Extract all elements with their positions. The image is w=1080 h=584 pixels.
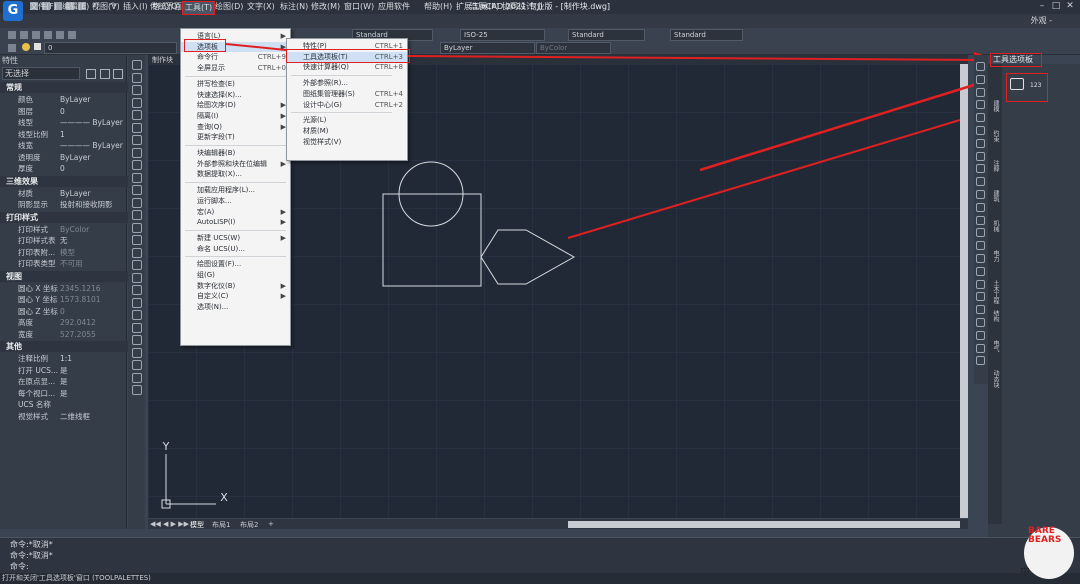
draw-tool-icon[interactable] — [132, 310, 142, 320]
modify-tool-icon[interactable] — [976, 190, 985, 199]
draw-tool-icon[interactable] — [132, 260, 142, 270]
command-history-line: 命令:*取消* — [10, 551, 53, 560]
draw-tool-icon[interactable] — [132, 285, 142, 295]
block-tool-icon[interactable] — [1010, 78, 1024, 90]
app-logo-icon[interactable]: G — [3, 1, 23, 21]
modify-tool-icon[interactable] — [976, 164, 985, 174]
draw-tool-icon[interactable] — [132, 110, 142, 120]
draw-tool-icon[interactable] — [132, 135, 142, 145]
watermark-sub: 中 — [1020, 567, 1030, 578]
palette-vertical-tab[interactable]: 电气 — [990, 340, 1000, 352]
draw-tool-icon[interactable] — [132, 147, 142, 158]
draw-tool-icon[interactable] — [132, 335, 142, 345]
watermark-logo: BARE BEARS 中 — [1000, 525, 1080, 584]
draw-tool-icon[interactable] — [132, 160, 142, 170]
command-history-line: 命令:*取消* — [10, 540, 53, 549]
modify-tool-icon[interactable] — [976, 356, 985, 366]
draw-tool-icon[interactable] — [132, 122, 142, 133]
modify-tool-icon[interactable] — [976, 87, 985, 97]
draw-tool-icon[interactable] — [132, 222, 142, 233]
draw-tool-icon[interactable] — [132, 197, 142, 208]
draw-tool-icon[interactable] — [132, 185, 142, 195]
draw-tool-icon[interactable] — [132, 347, 142, 358]
command-input[interactable]: 命令: — [10, 561, 29, 572]
modify-tool-icon[interactable] — [976, 215, 985, 225]
modify-tool-icon[interactable] — [976, 343, 985, 353]
modify-tool-icon[interactable] — [976, 202, 985, 212]
status-bar: 打开和关闭'工具选项板'窗口 (TOOLPALETTES) — [0, 573, 1080, 584]
modify-tool-icon[interactable] — [976, 126, 985, 135]
palette-vertical-tab[interactable]: 结构 — [990, 310, 1000, 322]
modify-tool-icon[interactable] — [976, 177, 985, 187]
modify-tool-icon[interactable] — [976, 74, 985, 84]
modify-tool-icon[interactable] — [976, 254, 985, 263]
modify-tool-icon[interactable] — [976, 113, 985, 123]
palette-vertical-tab[interactable]: 注释 — [990, 160, 1000, 172]
draw-tool-icon[interactable] — [132, 172, 142, 183]
modify-tool-icon[interactable] — [976, 279, 985, 289]
draw-tool-icon[interactable] — [132, 385, 142, 395]
annotation-arrow — [699, 78, 991, 172]
modify-tool-icon[interactable] — [976, 266, 985, 276]
palette-vertical-tab[interactable]: 建筑 — [990, 190, 1000, 202]
palette-vertical-tab[interactable]: 建模 — [990, 100, 1000, 112]
command-window — [0, 537, 1080, 574]
modify-tool-icon[interactable] — [976, 100, 985, 110]
tool-palette-title[interactable]: 工具选项板 — [990, 53, 1042, 67]
modify-tool-icon[interactable] — [976, 318, 985, 327]
draw-tool-icon[interactable] — [132, 372, 142, 383]
modify-tool-icon[interactable] — [976, 330, 985, 340]
modify-tool-icon[interactable] — [976, 241, 985, 251]
modify-tool-icon[interactable] — [976, 305, 985, 315]
modify-tool-icon[interactable] — [976, 138, 985, 148]
draw-tool-icon[interactable] — [132, 297, 142, 308]
palette-vertical-tab[interactable]: 电力 — [990, 250, 1000, 262]
palette-vertical-tab[interactable]: 动态块 — [990, 370, 1000, 388]
draw-tool-icon[interactable] — [132, 72, 142, 83]
modify-tool-icon[interactable] — [976, 292, 985, 302]
draw-tool-icon[interactable] — [132, 210, 142, 220]
modify-tool-icon[interactable] — [976, 62, 985, 71]
annotation-arrow — [407, 55, 987, 61]
modify-tool-icon[interactable] — [976, 228, 985, 238]
modify-tool-icon[interactable] — [976, 151, 985, 161]
annotation-overlay — [225, 43, 1000, 172]
watermark-text: BARE BEARS — [1028, 526, 1062, 545]
draw-tool-icon[interactable] — [132, 60, 142, 70]
draw-tool-icon[interactable] — [132, 85, 142, 95]
draw-tool-icon[interactable] — [132, 97, 142, 108]
draw-tool-icon[interactable] — [132, 272, 142, 283]
annotation-arrow — [225, 43, 287, 51]
palette-vertical-tab[interactable]: 机械 — [990, 220, 1000, 232]
palette-vertical-tab[interactable]: 土木工程 — [990, 280, 1000, 304]
draw-tool-icon[interactable] — [132, 247, 142, 258]
palette-item-label[interactable]: 123 — [1030, 82, 1041, 89]
palette-vertical-tab[interactable]: 约束 — [990, 130, 1000, 142]
draw-tool-icon[interactable] — [132, 322, 142, 333]
draw-tool-icon[interactable] — [132, 360, 142, 370]
draw-tool-icon[interactable] — [132, 235, 142, 245]
